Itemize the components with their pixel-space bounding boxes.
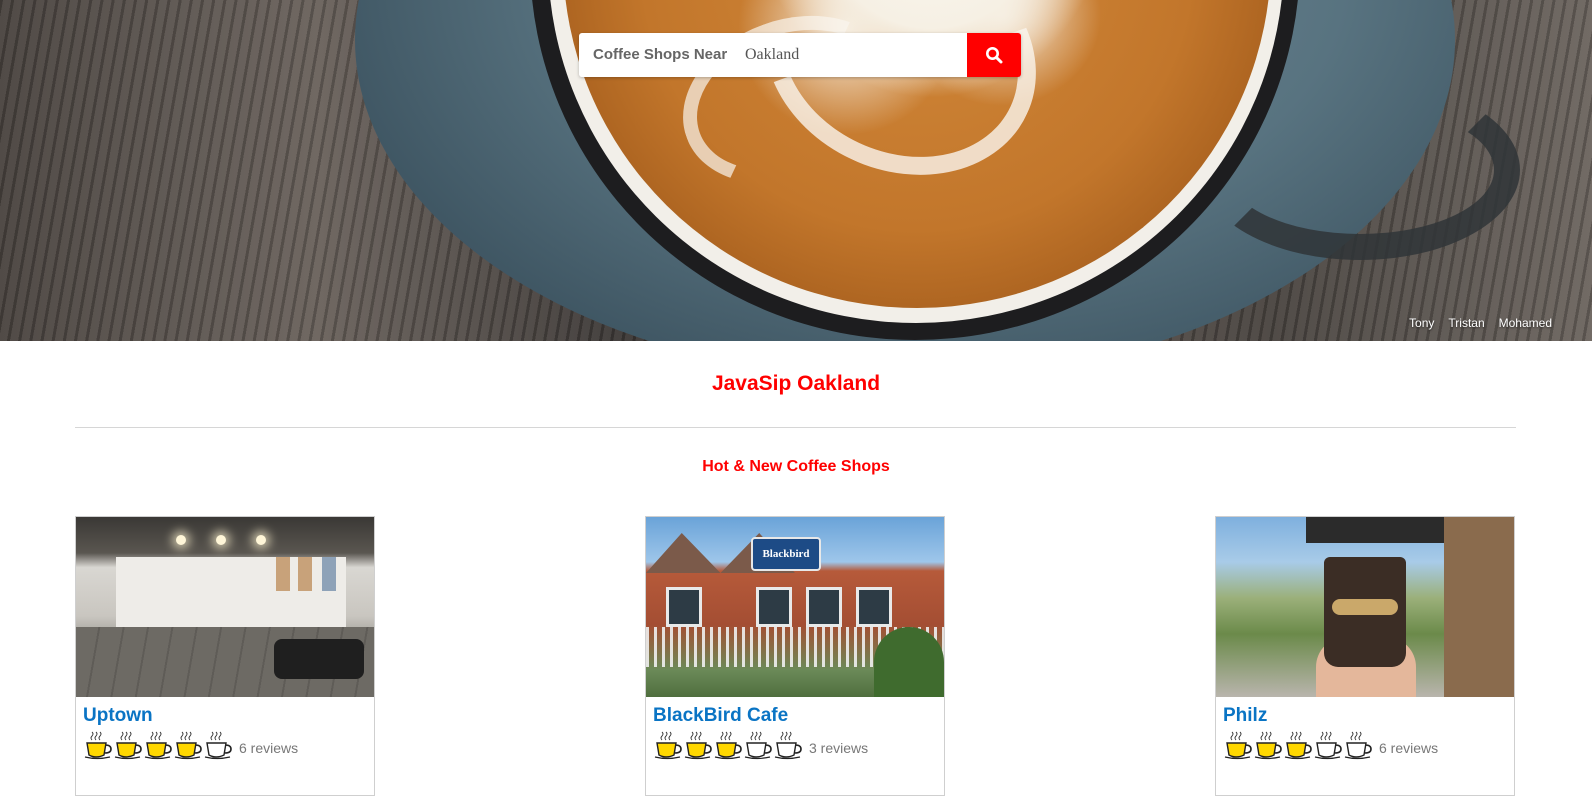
coffee-cup-filled-icon bbox=[174, 731, 202, 760]
review-count: 3 reviews bbox=[809, 739, 869, 756]
coffee-cup-empty-icon bbox=[204, 731, 232, 760]
search-bar: Coffee Shops Near bbox=[579, 33, 1021, 77]
coffee-cup-rating bbox=[654, 731, 803, 760]
location-input[interactable] bbox=[739, 33, 967, 77]
coffee-cup-filled-icon bbox=[144, 731, 172, 760]
divider bbox=[75, 427, 1516, 428]
coffee-cup-filled-icon bbox=[114, 731, 142, 760]
shop-name-link[interactable]: BlackBird Cafe bbox=[653, 705, 944, 727]
coffee-cup-empty-icon bbox=[744, 731, 772, 760]
shop-card: Blackbird BlackBird Cafe 3 reviews bbox=[645, 516, 945, 796]
review-count: 6 reviews bbox=[239, 739, 299, 756]
coffee-cup-rating bbox=[84, 731, 233, 760]
page-title: JavaSip Oakland bbox=[711, 372, 881, 395]
shop-name-link[interactable]: Philz bbox=[1223, 705, 1514, 727]
cafe-storefront-photo[interactable]: Blackbird bbox=[646, 517, 944, 697]
review-count: 6 reviews bbox=[1379, 739, 1439, 756]
shop-card: Uptown 6 reviews bbox=[75, 516, 375, 796]
search-icon bbox=[986, 47, 1003, 64]
rating: 6 reviews bbox=[84, 731, 374, 760]
section-title: Hot & New Coffee Shops bbox=[702, 458, 890, 475]
coffee-cup-empty-icon bbox=[1314, 731, 1342, 760]
credit-link-tony[interactable]: Tony bbox=[1409, 316, 1434, 330]
hero-banner: Coffee Shops Near Tony Tristan Mohamed bbox=[0, 0, 1592, 341]
coffee-cup-empty-icon bbox=[774, 731, 802, 760]
credit-link-mohamed[interactable]: Mohamed bbox=[1499, 316, 1552, 330]
shop-name-link[interactable]: Uptown bbox=[83, 705, 374, 727]
cafe-interior-photo[interactable] bbox=[76, 517, 374, 697]
search-label: Coffee Shops Near bbox=[579, 33, 739, 77]
rating: 6 reviews bbox=[1224, 731, 1514, 760]
search-button[interactable] bbox=[967, 33, 1021, 77]
coffee-cup-photo[interactable] bbox=[1216, 517, 1514, 697]
coffee-cup-rating bbox=[1224, 731, 1373, 760]
coffee-cup-empty-icon bbox=[1344, 731, 1372, 760]
coffee-cup-filled-icon bbox=[654, 731, 682, 760]
rating: 3 reviews bbox=[654, 731, 944, 760]
coffee-cup-filled-icon bbox=[84, 731, 112, 760]
coffee-cup-filled-icon bbox=[1254, 731, 1282, 760]
coffee-cup-filled-icon bbox=[1224, 731, 1252, 760]
shop-card: Philz 6 reviews bbox=[1215, 516, 1515, 796]
coffee-cup-filled-icon bbox=[714, 731, 742, 760]
coffee-cup-filled-icon bbox=[1284, 731, 1312, 760]
coffee-cup-filled-icon bbox=[684, 731, 712, 760]
credit-link-tristan[interactable]: Tristan bbox=[1448, 316, 1484, 330]
credits-nav: Tony Tristan Mohamed bbox=[1409, 316, 1552, 330]
